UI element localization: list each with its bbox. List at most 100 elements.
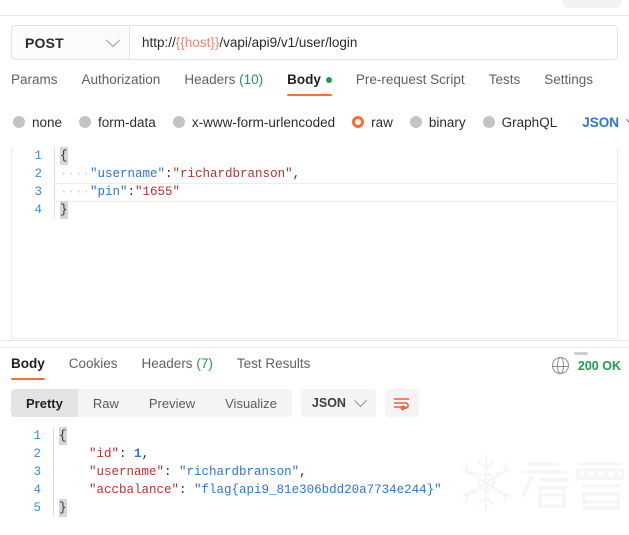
json-key: "accbalance": [89, 481, 179, 499]
json-comma: ,: [299, 463, 307, 481]
body-type-raw[interactable]: raw: [352, 115, 393, 130]
body-type-binary[interactable]: binary: [410, 115, 466, 130]
response-tab-cookies[interactable]: Cookies: [69, 356, 118, 380]
body-type-label: raw: [371, 115, 393, 130]
code-line: 2 ····"username":"richardbranson",: [12, 165, 617, 183]
radio-icon: [13, 116, 25, 128]
response-view-mode-group: Pretty Raw Preview Visualize: [11, 389, 292, 417]
json-colon: :: [164, 463, 179, 481]
indent-guide: [59, 481, 89, 499]
view-mode-label: Visualize: [225, 396, 277, 411]
response-format-select[interactable]: JSON: [301, 389, 376, 417]
tab-body[interactable]: Body: [287, 72, 332, 96]
tab-pre-request-script[interactable]: Pre-request Script: [356, 72, 465, 96]
indent-guide: ····: [60, 183, 90, 201]
chevron-down-icon: [106, 33, 120, 47]
http-method-selector[interactable]: POST: [12, 26, 130, 59]
radio-icon: [173, 116, 185, 128]
request-url-bar: POST http://{{host}}/vapi/api9/v1/user/l…: [11, 25, 618, 60]
view-mode-pretty[interactable]: Pretty: [11, 389, 78, 417]
line-content: {: [53, 427, 618, 445]
body-type-none[interactable]: none: [13, 115, 62, 130]
tab-label: Body: [287, 72, 321, 87]
view-mode-preview[interactable]: Preview: [134, 389, 210, 417]
body-modified-dot-icon: [326, 77, 332, 83]
view-mode-label: Pretty: [26, 396, 63, 411]
radio-selected-icon: [352, 116, 364, 128]
line-number: 4: [11, 481, 53, 499]
json-key: "id": [89, 445, 119, 463]
tab-label: Pre-request Script: [356, 72, 465, 87]
code-line: 1 {: [12, 147, 617, 165]
json-comma: ,: [142, 445, 150, 463]
line-number: 3: [11, 463, 53, 481]
response-body-viewer[interactable]: 1 { 2 "id": 1, 3 "username": "richardbra…: [11, 427, 618, 535]
response-tab-body[interactable]: Body: [11, 356, 45, 380]
line-content: "username": "richardbranson",: [53, 463, 618, 481]
tab-settings[interactable]: Settings: [544, 72, 593, 96]
json-key: "pin": [90, 183, 128, 201]
tab-label: Headers: [184, 72, 235, 87]
line-content: ····"pin":"1655": [54, 183, 617, 202]
top-strip: [0, 0, 629, 16]
tab-label: Settings: [544, 72, 593, 87]
headers-count: (10): [239, 72, 263, 87]
radio-icon: [79, 116, 91, 128]
body-type-form-data[interactable]: form-data: [79, 115, 156, 130]
line-number: 4: [12, 201, 54, 219]
code-line: 4 }: [12, 201, 617, 219]
line-content: "id": 1,: [53, 445, 618, 463]
body-type-options: none form-data x-www-form-urlencoded raw…: [13, 108, 625, 136]
body-type-label: form-data: [98, 115, 156, 130]
tab-label: Authorization: [82, 72, 161, 87]
line-number: 1: [12, 147, 54, 165]
json-value: "richardbranson": [179, 463, 299, 481]
line-number: 3: [12, 183, 54, 201]
format-label: JSON: [312, 396, 346, 410]
format-label: JSON: [582, 115, 619, 130]
response-tab-headers[interactable]: Headers (7): [142, 356, 213, 380]
request-body-editor[interactable]: 1 { 2 ····"username":"richardbranson", 3…: [11, 147, 618, 339]
response-tab-test-results[interactable]: Test Results: [237, 356, 311, 380]
globe-icon: [552, 357, 569, 374]
request-body-format-select[interactable]: JSON: [582, 115, 629, 130]
word-wrap-icon: [393, 396, 410, 411]
tab-tests[interactable]: Tests: [489, 72, 521, 96]
line-content: }: [53, 499, 618, 517]
body-type-x-www-form-urlencoded[interactable]: x-www-form-urlencoded: [173, 115, 335, 130]
body-type-label: x-www-form-urlencoded: [192, 115, 335, 130]
code-line: 3 "username": "richardbranson",: [11, 463, 618, 481]
body-type-graphql[interactable]: GraphQL: [483, 115, 558, 130]
partial-toolbar-button[interactable]: [563, 0, 621, 8]
view-mode-label: Preview: [149, 396, 195, 411]
close-brace: }: [60, 201, 68, 219]
code-line: 2 "id": 1,: [11, 445, 618, 463]
line-number: 1: [11, 427, 53, 445]
json-value: "richardbranson": [173, 165, 293, 183]
horizontal-scrollbar[interactable]: [574, 352, 588, 355]
response-status-area: 200 OK: [552, 357, 621, 374]
line-content: ····"username":"richardbranson",: [54, 165, 617, 184]
line-number: 2: [12, 165, 54, 183]
url-prefix: http://: [142, 35, 176, 50]
json-value-flag: "flag{api9_81e306bdd20a7734e244}": [194, 481, 442, 499]
code-line: 3 ····"pin":"1655": [12, 183, 617, 201]
response-toolbar: Pretty Raw Preview Visualize JSON: [11, 389, 419, 417]
view-mode-visualize[interactable]: Visualize: [210, 389, 292, 417]
tab-headers[interactable]: Headers (10): [184, 72, 263, 96]
json-value: "1655": [135, 183, 180, 201]
code-line: 5 }: [11, 499, 618, 517]
word-wrap-button[interactable]: [385, 389, 419, 417]
tab-label: Headers: [142, 356, 193, 371]
url-input[interactable]: http://{{host}}/vapi/api9/v1/user/login: [130, 26, 617, 59]
view-mode-raw[interactable]: Raw: [78, 389, 134, 417]
tab-params[interactable]: Params: [11, 72, 58, 96]
line-number: 5: [11, 499, 53, 517]
body-type-label: none: [32, 115, 62, 130]
indent-guide: ····: [60, 165, 90, 183]
code-line: 1 {: [11, 427, 618, 445]
request-tabs: Params Authorization Headers (10) Body P…: [11, 72, 621, 102]
tab-authorization[interactable]: Authorization: [82, 72, 161, 96]
line-content: "accbalance": "flag{api9_81e306bdd20a773…: [53, 481, 618, 499]
panel-divider-secondary: [0, 347, 629, 348]
